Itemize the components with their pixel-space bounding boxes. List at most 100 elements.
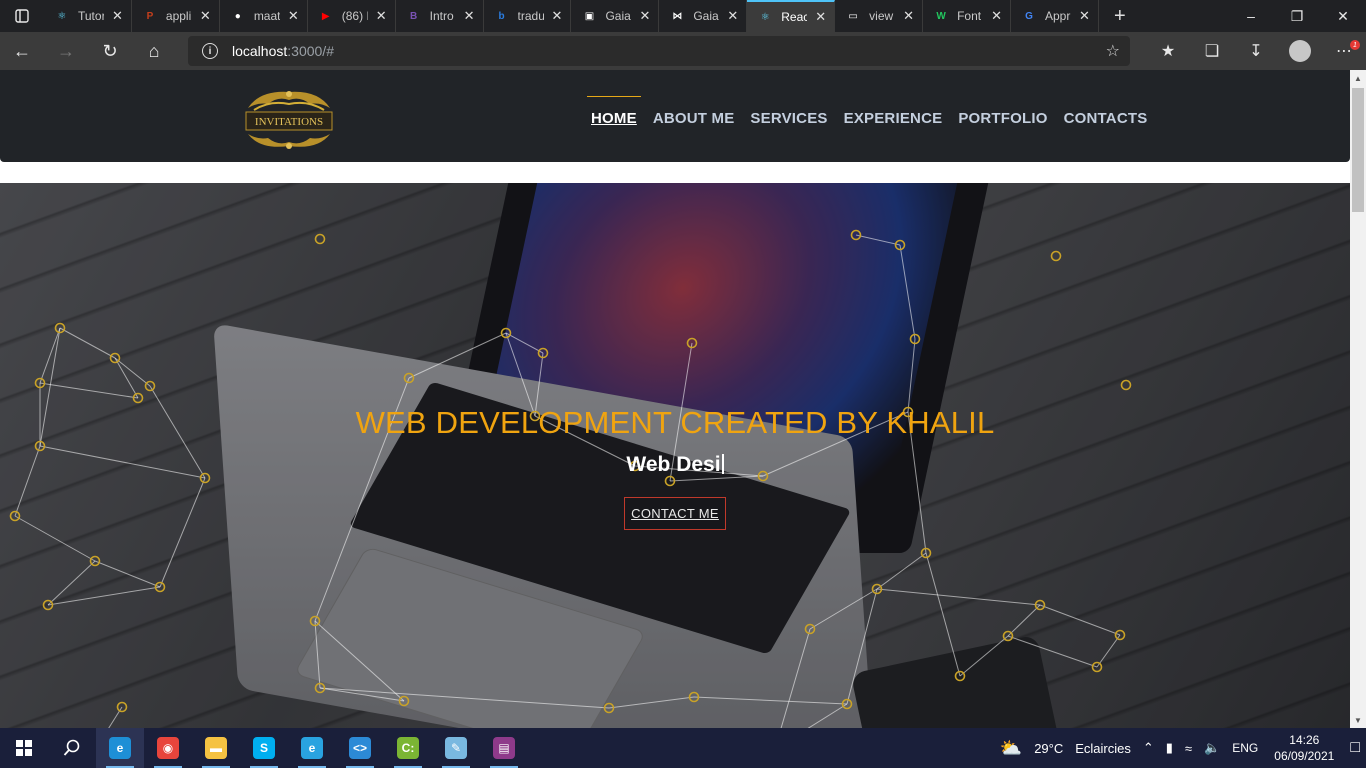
nav-item-home[interactable]: HOME (583, 96, 645, 127)
winrar-icon: ▤ (493, 737, 515, 759)
site-header: INVITATIONS HOME ABOUT ME SERVICES EXPERIEN… (0, 70, 1350, 162)
weather-temp[interactable]: 29°C (1034, 741, 1063, 756)
react-icon: ⚛ (760, 11, 770, 23)
close-tab-icon[interactable]: ✕ (464, 8, 475, 24)
browser-tab[interactable]: b tradu ✕ (484, 0, 572, 32)
add-favorite-icon[interactable]: ☆ (1106, 41, 1120, 61)
notifications-icon[interactable]: □ (1350, 739, 1360, 757)
taskbar-app[interactable]: ◉ (144, 728, 192, 768)
collections-icon[interactable]: ❏ (1190, 32, 1234, 70)
downloads-icon[interactable]: ↧ (1234, 32, 1278, 70)
google-icon: G (1025, 10, 1033, 22)
tab-title: Tutor (78, 9, 104, 23)
settings-more-icon[interactable]: ⋯ 1 (1322, 32, 1366, 70)
nav-item-services[interactable]: SERVICES (742, 96, 835, 127)
browser-tab[interactable]: ⚛ Tutor ✕ (44, 0, 132, 32)
nav-item-about-me[interactable]: ABOUT ME (645, 96, 743, 127)
close-tab-icon[interactable]: ✕ (639, 8, 650, 24)
browser-tab[interactable]: G Appr ✕ (1011, 0, 1099, 32)
edge-beta-icon: e (301, 737, 323, 759)
browser-tab[interactable]: ▭ view ✕ (835, 0, 924, 32)
home-button[interactable]: ⌂ (132, 32, 176, 70)
back-button[interactable]: ← (0, 32, 44, 70)
close-tab-icon[interactable]: ✕ (376, 8, 387, 24)
page-scrollbar[interactable]: ▲ ▼ (1350, 70, 1366, 728)
site-logo[interactable]: INVITATIONS (240, 86, 338, 152)
skype-icon: S (253, 737, 275, 759)
address-bar[interactable]: i localhost:3000/# ☆ (188, 36, 1130, 66)
favorites-icon[interactable]: ★ (1146, 32, 1190, 70)
chevron-up-icon[interactable]: ⌃ (1143, 740, 1154, 756)
close-window-button[interactable]: ✕ (1320, 0, 1366, 32)
close-tab-icon[interactable]: ✕ (552, 8, 563, 24)
close-tab-icon[interactable]: ✕ (903, 8, 914, 24)
taskbar-app[interactable]: S (240, 728, 288, 768)
new-tab-button[interactable]: + (1105, 0, 1135, 32)
browser-toolbar: ← → ↻ ⌂ i localhost:3000/# ☆ ★ ❏ ↧ ⋯ 1 (0, 32, 1366, 70)
weather-icon[interactable]: ⛅ (1000, 738, 1022, 759)
close-tab-icon[interactable]: ✕ (815, 9, 826, 25)
close-tab-icon[interactable]: ✕ (112, 8, 123, 24)
particle-link (899, 244, 916, 340)
minimize-button[interactable]: – (1228, 0, 1274, 32)
refresh-button[interactable]: ↻ (88, 32, 132, 70)
battery-icon[interactable]: ▮ (1166, 740, 1173, 756)
close-tab-icon[interactable]: ✕ (727, 8, 738, 24)
page-viewport: INVITATIONS HOME ABOUT ME SERVICES EXPERIEN… (0, 70, 1350, 728)
clock[interactable]: 14:26 06/09/2021 (1274, 732, 1334, 764)
close-tab-icon[interactable]: ✕ (288, 8, 299, 24)
scroll-down-icon[interactable]: ▼ (1350, 712, 1366, 728)
system-tray: ⛅ 29°C Eclaircies ⌃ ▮ ≈ 🔈 ENG 14:26 06/09… (994, 728, 1366, 768)
taskbar-app[interactable]: C: (384, 728, 432, 768)
language-indicator[interactable]: ENG (1232, 741, 1258, 755)
start-button[interactable] (0, 728, 48, 768)
wifi-icon[interactable]: ≈ (1185, 741, 1192, 756)
nav-item-contacts[interactable]: CONTACTS (1056, 96, 1156, 127)
nav-item-experience[interactable]: EXPERIENCE (836, 96, 951, 127)
tab-title: Reac (781, 10, 808, 24)
windows-logo-icon (16, 740, 32, 756)
profile-avatar[interactable] (1289, 40, 1311, 62)
svg-text:INVITATIONS: INVITATIONS (255, 116, 323, 128)
taskbar-app[interactable]: ▬ (192, 728, 240, 768)
contact-me-button[interactable]: CONTACT ME (624, 497, 726, 530)
browser-tab[interactable]: ● maat ✕ (220, 0, 308, 32)
particle-link (807, 703, 848, 728)
search-icon (63, 739, 80, 756)
refresh-icon: ↻ (102, 40, 118, 61)
taskbar-app[interactable]: e (96, 728, 144, 768)
forward-button[interactable]: → (44, 32, 88, 70)
close-tab-icon[interactable]: ✕ (991, 8, 1002, 24)
taskbar-app[interactable]: <> (336, 728, 384, 768)
scrollbar-thumb[interactable] (1352, 88, 1364, 212)
browser-tab[interactable]: ⋈ Gaia ✕ (659, 0, 748, 32)
scroll-up-icon[interactable]: ▲ (1350, 70, 1366, 86)
particle-link (608, 696, 695, 709)
volume-icon[interactable]: 🔈 (1204, 740, 1220, 756)
site-info-icon[interactable]: i (202, 43, 218, 59)
tab-title: Intro (429, 9, 454, 23)
browser-tab[interactable]: ⚛ Reac ✕ (747, 0, 836, 32)
close-tab-icon[interactable]: ✕ (1079, 8, 1090, 24)
nav-item-portfolio[interactable]: PORTFOLIO (950, 96, 1055, 127)
taskbar-app[interactable]: e (288, 728, 336, 768)
terminal-icon: C: (397, 737, 419, 759)
browser-tab[interactable]: Pappli ✕ (132, 0, 220, 32)
browser-tab[interactable]: ▣ Gaia ✕ (571, 0, 660, 32)
browser-tab[interactable]: W Font ✕ (923, 0, 1011, 32)
url-host: localhost (232, 43, 288, 59)
bing-icon: b (498, 10, 505, 22)
particle-link (39, 327, 61, 384)
taskbar-app[interactable]: ▤ (480, 728, 528, 768)
weather-text[interactable]: Eclaircies (1075, 741, 1131, 756)
taskbar-app[interactable]: ✎ (432, 728, 480, 768)
restore-button[interactable]: ❐ (1274, 0, 1320, 32)
particle-link (314, 620, 321, 689)
tab-actions-button[interactable] (0, 0, 44, 32)
close-tab-icon[interactable]: ✕ (200, 8, 211, 24)
windows-taskbar: e ◉ ▬ Se <> C: ✎ ▤ ⛅ 29°C Eclaircies ⌃ ▮ ≈ 🔈 EN… (0, 728, 1366, 768)
browser-tab[interactable]: B Intro ✕ (396, 0, 484, 32)
browser-tab[interactable]: ▶ (86) I ✕ (308, 0, 396, 32)
search-button[interactable] (48, 728, 96, 768)
hero-section: WEB DEVELOPMENT CREATED BY KHALIL Web De… (0, 183, 1350, 728)
